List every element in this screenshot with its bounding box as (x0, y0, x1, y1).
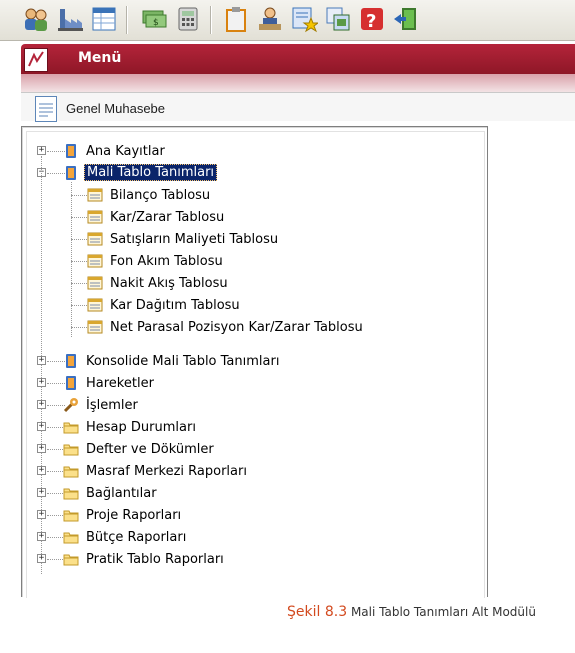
folder-icon (63, 463, 79, 479)
menu-tree-inner: + Ana Kayıtlar − Mali Tablo Tanımları Bi… (26, 131, 485, 598)
table-form-icon (87, 209, 103, 225)
tree-item-hareketler[interactable]: Hareketler (86, 376, 154, 391)
table-form-icon (87, 187, 103, 203)
grid-window-icon[interactable] (90, 5, 118, 33)
money-icon[interactable]: $ (140, 5, 168, 33)
book-icon (63, 143, 79, 159)
tree-item-child[interactable]: Net Parasal Pozisyon Kar/Zarar Tablosu (110, 320, 363, 335)
tree-item-folder[interactable]: Hesap Durumları (86, 420, 196, 435)
svg-text:?: ? (366, 11, 376, 32)
tree-item-child[interactable]: Kar/Zarar Tablosu (110, 210, 224, 225)
expand-toggle[interactable]: + (37, 356, 46, 365)
app-logo-icon (24, 48, 48, 72)
book-icon (63, 353, 79, 369)
copy-windows-icon[interactable] (324, 5, 352, 33)
tree-item-child[interactable]: Bilanço Tablosu (110, 188, 210, 203)
folder-icon (63, 441, 79, 457)
tree-item-folder[interactable]: Masraf Merkezi Raporları (86, 464, 247, 479)
report-star-icon[interactable] (290, 5, 320, 33)
expand-toggle[interactable]: + (37, 532, 46, 541)
folder-icon (63, 529, 79, 545)
table-form-icon (87, 253, 103, 269)
tree-item-child[interactable]: Fon Akım Tablosu (110, 254, 223, 269)
table-form-icon (87, 319, 103, 335)
caption-figure-number: Şekil 8.3 (287, 604, 348, 620)
tree-item-folder[interactable]: Bağlantılar (86, 486, 157, 501)
tree-item-folder[interactable]: Bütçe Raporları (86, 530, 186, 545)
figure-caption: Şekil 8.3 Mali Tablo Tanımları Alt Modül… (287, 604, 536, 620)
book-icon (63, 165, 79, 181)
tree-item-child[interactable]: Nakit Akış Tablosu (110, 276, 228, 291)
table-form-icon (87, 275, 103, 291)
toolbar-separator (126, 6, 128, 34)
tools-icon (63, 397, 79, 413)
menu-bar-underlay (21, 74, 575, 92)
factory-icon[interactable] (56, 5, 84, 33)
tree-item-child[interactable]: Kar Dağıtım Tablosu (110, 298, 240, 313)
clipboard-icon[interactable] (222, 5, 250, 33)
folder-icon (63, 551, 79, 567)
svg-text:$: $ (153, 18, 159, 28)
tree-item-konsolide[interactable]: Konsolide Mali Tablo Tanımları (86, 354, 279, 369)
tree-item-folder[interactable]: Proje Raporları (86, 508, 181, 523)
exit-door-icon[interactable] (392, 5, 420, 33)
caption-text: Mali Tablo Tanımları Alt Modülü (350, 605, 536, 619)
expand-toggle[interactable]: + (37, 378, 46, 387)
table-form-icon (87, 231, 103, 247)
tree-connector (71, 182, 72, 337)
menu-bar: Menü (21, 44, 575, 74)
expand-toggle[interactable]: + (37, 422, 46, 431)
help-icon[interactable]: ? (358, 5, 386, 33)
table-form-icon (87, 297, 103, 313)
tree-item-mali-tablo-tanimlari[interactable]: Mali Tablo Tanımları (84, 164, 218, 181)
folder-icon (63, 485, 79, 501)
expand-toggle[interactable]: + (37, 146, 46, 155)
module-header[interactable]: Genel Muhasebe (21, 92, 575, 122)
module-label: Genel Muhasebe (66, 101, 166, 116)
tree-item-folder[interactable]: Pratik Tablo Raporları (86, 552, 224, 567)
calculator-icon[interactable] (174, 5, 202, 33)
document-icon (35, 96, 57, 122)
folder-icon (63, 507, 79, 523)
expand-toggle[interactable]: + (37, 444, 46, 453)
toolbar-separator (210, 6, 212, 34)
expand-toggle[interactable]: + (37, 400, 46, 409)
tree-item-child[interactable]: Satışların Maliyeti Tablosu (110, 232, 278, 247)
users-icon[interactable] (22, 5, 50, 33)
toolbar: $ ? (0, 0, 575, 41)
folder-icon (63, 419, 79, 435)
expand-toggle[interactable]: + (37, 488, 46, 497)
expand-toggle[interactable]: + (37, 466, 46, 475)
user-desk-icon[interactable] (256, 5, 284, 33)
tree-item-ana-kayitlar[interactable]: Ana Kayıtlar (86, 144, 165, 159)
expand-toggle[interactable]: + (37, 510, 46, 519)
menu-title[interactable]: Menü (78, 50, 121, 66)
menu-tree: + Ana Kayıtlar − Mali Tablo Tanımları Bi… (21, 126, 488, 598)
expand-toggle[interactable]: + (37, 554, 46, 563)
tree-item-islemler[interactable]: İşlemler (86, 398, 138, 413)
tree-item-folder[interactable]: Defter ve Dökümler (86, 442, 214, 457)
book-icon (63, 375, 79, 391)
